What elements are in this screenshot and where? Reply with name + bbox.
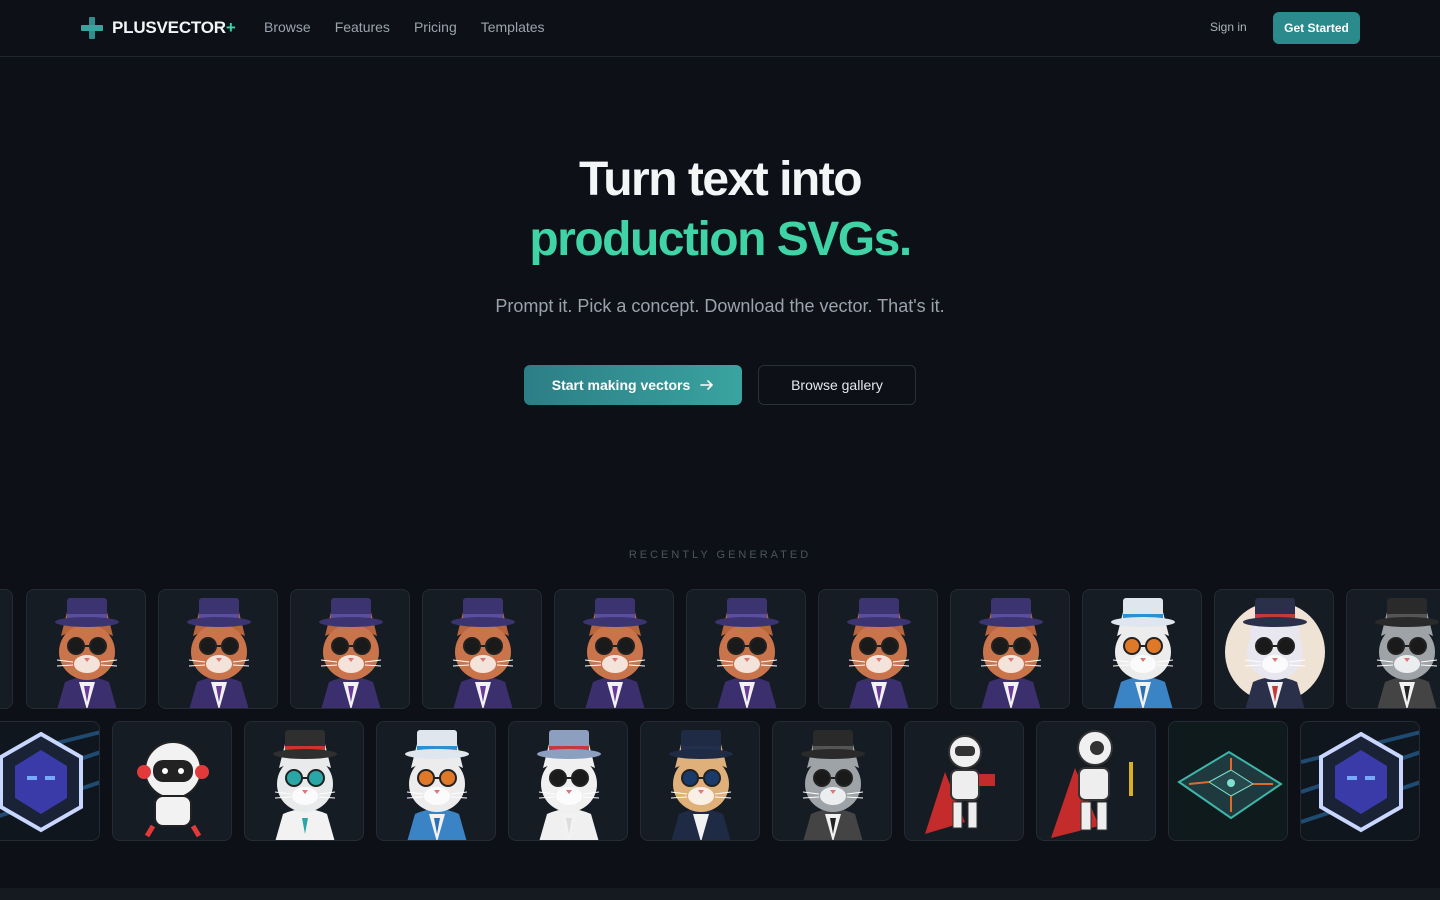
- gallery-thumbnail-partial[interactable]: [0, 589, 13, 709]
- nav-link-templates[interactable]: Templates: [481, 19, 545, 35]
- nav-link-browse[interactable]: Browse: [264, 19, 311, 35]
- get-started-button[interactable]: Get Started: [1273, 12, 1360, 44]
- hero-title-line2: production SVGs.: [529, 213, 912, 266]
- gallery-thumbnail-cat-blue-hat[interactable]: [640, 721, 760, 841]
- gallery-thumbnail-robot-hex[interactable]: [0, 721, 100, 841]
- gallery-thumbnail-cat-orange-glasses[interactable]: [376, 721, 496, 841]
- arrow-right-icon: [700, 380, 714, 390]
- gallery-thumbnail-robot-red-cape[interactable]: [904, 721, 1024, 841]
- nav-link-pricing[interactable]: Pricing: [414, 19, 457, 35]
- gallery-thumbnail-hamster-fox[interactable]: [422, 589, 542, 709]
- gallery-thumbnail-cat-grey-glasses[interactable]: [772, 721, 892, 841]
- gallery-thumbnail-robot-red-cape-2[interactable]: [1036, 721, 1156, 841]
- start-making-vectors-button[interactable]: Start making vectors: [524, 365, 742, 405]
- gallery-thumbnail-circuit-board[interactable]: [1168, 721, 1288, 841]
- nav-link-features[interactable]: Features: [335, 19, 390, 35]
- gallery-thumbnail-hamster-fox[interactable]: [950, 589, 1070, 709]
- bottom-edge: [0, 888, 1440, 900]
- gallery-thumbnail-hamster-fox[interactable]: [26, 589, 146, 709]
- brand-name: PLUSVECTOR+: [112, 18, 236, 37]
- gallery-thumbnail-hamster-fox[interactable]: [290, 589, 410, 709]
- gallery-thumbnail-robot-hex[interactable]: [1300, 721, 1420, 841]
- start-button-label: Start making vectors: [551, 377, 691, 393]
- browse-gallery-button[interactable]: Browse gallery: [758, 365, 916, 405]
- hero-subtitle: Prompt it. Pick a concept. Download the …: [495, 296, 945, 316]
- gallery-thumbnail-cat-grey-glasses[interactable]: [1346, 589, 1440, 709]
- brand-logo[interactable]: PLUSVECTOR+: [80, 16, 236, 40]
- gallery-thumbnail-hamster-fox[interactable]: [686, 589, 806, 709]
- gallery-thumbnail-cat-round-badge[interactable]: [1214, 589, 1334, 709]
- gallery-thumbnail-cat-orange-glasses[interactable]: [1082, 589, 1202, 709]
- top-nav: PLUSVECTOR+ Browse Features Pricing Temp…: [0, 0, 1440, 57]
- recently-generated-heading: RECENTLY GENERATED: [628, 549, 812, 561]
- gallery-thumbnail-astronaut-chibi[interactable]: [112, 721, 232, 841]
- gallery-thumbnail-hamster-fox[interactable]: [818, 589, 938, 709]
- gallery-thumbnail-hamster-fox[interactable]: [554, 589, 674, 709]
- gallery-row-1: [0, 589, 1440, 709]
- browse-gallery-label: Browse gallery: [791, 377, 883, 393]
- hero-title-line1: Turn text into: [578, 153, 863, 206]
- hero: Turn text into production SVGs. Prompt i…: [0, 150, 1440, 317]
- plus-logo-icon: [81, 17, 103, 39]
- gallery-row-2: [0, 721, 1440, 841]
- gallery-thumbnail-cat-tall-hat[interactable]: [508, 721, 628, 841]
- gallery-thumbnail-hamster-fox[interactable]: [158, 589, 278, 709]
- gallery-thumbnail-cat-teal-hat[interactable]: [244, 721, 364, 841]
- sign-in-link[interactable]: Sign in: [1210, 20, 1247, 34]
